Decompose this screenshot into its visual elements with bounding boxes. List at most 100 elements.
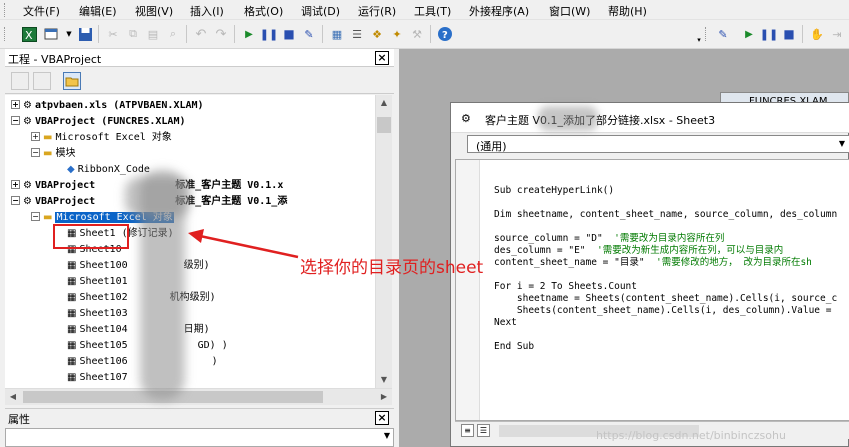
paste-icon[interactable]: ▤	[144, 25, 162, 43]
menu-format[interactable]: 格式(O)	[244, 3, 283, 19]
tree-item-sheet101[interactable]: ▦ Sheet101	[67, 274, 128, 289]
expand-icon[interactable]: +	[31, 132, 40, 141]
sheet-icon: ▦	[67, 276, 77, 287]
toggle-breakpoint-icon[interactable]: ✋	[808, 25, 826, 43]
tree-item-modules[interactable]: − ▬ 模块	[31, 146, 75, 161]
properties-object-combo[interactable]: ▼	[5, 428, 394, 447]
tools-icon[interactable]: ⚒	[408, 25, 426, 43]
toolbar-grip[interactable]	[4, 27, 7, 41]
scroll-right-icon[interactable]: ▶	[376, 389, 392, 405]
menu-debug[interactable]: 调试(D)	[301, 3, 340, 19]
tree-item-excel-objects[interactable]: + ▬ Microsoft Excel 对象	[31, 130, 172, 145]
menu-file[interactable]: 文件(F)	[23, 3, 60, 19]
step-into-icon[interactable]: ⇥	[828, 25, 846, 43]
expand-icon[interactable]: +	[11, 180, 20, 189]
insert-userform-icon[interactable]	[42, 25, 60, 43]
collapse-icon[interactable]: −	[11, 196, 20, 205]
copy-icon[interactable]: ⧉	[124, 25, 142, 43]
code-line: source_column = "D" '需要改为目录内容所在列	[494, 233, 725, 244]
undo-icon[interactable]: ↶	[192, 25, 210, 43]
collapse-icon[interactable]: −	[31, 148, 40, 157]
break-icon[interactable]: ❚❚	[260, 25, 278, 43]
chevron-down-icon[interactable]: ▼	[835, 136, 849, 152]
menu-edit[interactable]: 编辑(E)	[79, 3, 117, 19]
project-panel-close-icon[interactable]: ×	[375, 51, 389, 65]
scroll-thumb[interactable]	[377, 117, 391, 133]
full-module-view-icon[interactable]: ☰	[477, 424, 490, 437]
vba-project-icon: ⚙	[23, 196, 32, 207]
expand-icon[interactable]: +	[11, 100, 20, 109]
code-line: sheetname = Sheets(content_sheet_name).C…	[494, 293, 838, 304]
procedure-view-icon[interactable]: ≡	[461, 424, 474, 437]
scroll-up-icon[interactable]: ▲	[376, 95, 392, 111]
standard-toolbar: X ▼ ✂ ⧉ ▤ ⌕ ↶ ↷ ▶ ❚❚ ■ ✎ ▦ ☰ ❖ ✦ ⚒ ? ▾ ✎…	[0, 21, 849, 49]
debug-toolbar-grip[interactable]	[705, 27, 708, 41]
project-explorer-icon[interactable]: ▦	[328, 25, 346, 43]
tree-item-sheet103[interactable]: ▦ Sheet103	[67, 306, 128, 321]
project-panel-header: 工程 - VBAProject ×	[5, 49, 394, 67]
redaction-blur	[538, 106, 598, 131]
menu-bar: 文件(F) 编辑(E) 视图(V) 插入(I) 格式(O) 调试(D) 运行(R…	[0, 0, 849, 20]
excel-view-icon[interactable]: X	[20, 25, 38, 43]
reset-icon[interactable]: ■	[280, 25, 298, 43]
code-line: des_column = "E" '需要改为新生成内容所在列，可以与目录内	[494, 245, 784, 256]
code-editor[interactable]: Sub createHyperLink() Dim sheetname, con…	[455, 159, 849, 421]
menu-window[interactable]: 窗口(W)	[549, 3, 590, 19]
code-line: Dim sheetname, content_sheet_name, sourc…	[494, 209, 838, 220]
scroll-left-icon[interactable]: ◀	[5, 389, 21, 405]
view-code-icon[interactable]	[11, 72, 29, 90]
tree-horizontal-scrollbar[interactable]: ◀ ▶	[5, 388, 392, 405]
menu-run[interactable]: 运行(R)	[358, 3, 396, 19]
collapse-icon[interactable]: −	[11, 116, 20, 125]
run-icon[interactable]: ▶	[240, 25, 258, 43]
debug-run-icon[interactable]: ▶	[740, 25, 758, 43]
sheet-icon: ▦	[67, 356, 77, 367]
toggle-folders-icon[interactable]	[63, 72, 81, 90]
debug-design-icon[interactable]: ✎	[714, 25, 732, 43]
chevron-down-icon[interactable]: ▼	[384, 431, 390, 440]
debug-reset-icon[interactable]: ■	[780, 25, 798, 43]
sheet-icon: ▦	[67, 324, 77, 335]
properties-panel-header: 属性 ×	[5, 408, 394, 426]
properties-panel-close-icon[interactable]: ×	[375, 411, 389, 425]
tree-item-sheet104[interactable]: ▦ Sheet104 日期)	[67, 322, 210, 337]
menu-grip[interactable]	[4, 3, 7, 17]
object-combo[interactable]: (通用) ▼	[467, 135, 849, 153]
code-line: Sub createHyperLink()	[494, 185, 615, 196]
object-browser-icon[interactable]: ❖	[368, 25, 386, 43]
tree-item-sheet107[interactable]: ▦ Sheet107	[67, 370, 128, 385]
menu-insert[interactable]: 插入(I)	[190, 3, 224, 19]
redo-icon[interactable]: ↷	[212, 25, 230, 43]
sheet-icon: ▦	[67, 292, 77, 303]
annotation-arrow-icon	[188, 229, 299, 259]
save-icon[interactable]	[76, 25, 94, 43]
sheet-icon: ▦	[67, 340, 77, 351]
svg-text:?: ?	[442, 30, 448, 41]
properties-window-icon[interactable]: ☰	[348, 25, 366, 43]
menu-help[interactable]: 帮助(H)	[608, 3, 647, 19]
watermark: https://blog.csdn.net/binbinczsohu	[596, 429, 786, 442]
tree-vertical-scrollbar[interactable]: ▲ ▼	[375, 95, 392, 388]
project-panel-toolbar	[5, 68, 394, 94]
menu-addins[interactable]: 外接程序(A)	[469, 3, 529, 19]
scroll-down-icon[interactable]: ▼	[376, 372, 392, 388]
find-icon[interactable]: ⌕	[164, 25, 182, 43]
cut-icon[interactable]: ✂	[104, 25, 122, 43]
code-line: Sheets(content_sheet_name).Cells(i, des_…	[494, 305, 832, 316]
code-line: content_sheet_name = "目录" '需要修改的地方， 改为目录…	[494, 257, 812, 268]
toolbox-icon[interactable]: ✦	[388, 25, 406, 43]
menu-tools[interactable]: 工具(T)	[414, 3, 451, 19]
sheet-icon: ▦	[67, 372, 77, 383]
vba-project-icon: ⚙	[23, 100, 32, 111]
code-window: ⚙ 客户主题 V0.1_添加了部分链接.xlsx - Sheet3 (通用) ▼…	[450, 102, 849, 447]
collapse-icon[interactable]: −	[31, 212, 40, 221]
view-object-icon[interactable]	[33, 72, 51, 90]
tree-item-atpvbaen[interactable]: + ⚙ atpvbaen.xls (ATPVBAEN.XLAM)	[11, 98, 204, 113]
design-mode-icon[interactable]: ✎	[300, 25, 318, 43]
tree-item-funcres[interactable]: − ⚙ VBAProject (FUNCRES.XLAM)	[11, 114, 185, 129]
debug-break-icon[interactable]: ❚❚	[760, 25, 778, 43]
tree-item-ribbonx[interactable]: ◆ RibbonX_Code	[67, 162, 150, 177]
menu-view[interactable]: 视图(V)	[135, 3, 173, 19]
help-icon[interactable]: ?	[436, 25, 454, 43]
sheet-icon: ▦	[67, 308, 77, 319]
